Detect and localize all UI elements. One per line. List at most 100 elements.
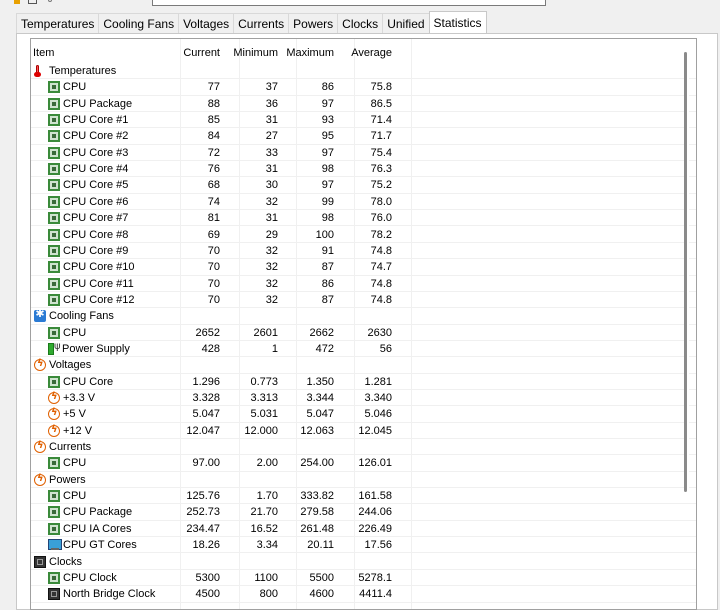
table-row[interactable]: CPU Core #10 70 32 87 74.7: [31, 259, 696, 276]
maximum-value: 4600: [309, 588, 334, 601]
cpu-chip-icon: [48, 293, 60, 306]
maximum-value: 2662: [309, 326, 334, 339]
table-row[interactable]: CPU Core #9 70 32 91 74.8: [31, 243, 696, 260]
cpu-chip-icon: [48, 195, 60, 208]
current-value: 69: [207, 228, 220, 241]
cpu-chip-icon: [48, 179, 60, 192]
current-value: 74: [207, 195, 220, 208]
table-row[interactable]: +12 V 12.047 12.000 12.063 12.045: [31, 423, 696, 440]
voltage-icon: [48, 391, 60, 404]
table-row[interactable]: CPU GT Cores 18.26 3.34 20.11 17.56: [31, 537, 696, 554]
average-value: 78.2: [370, 228, 392, 241]
maximum-value: 93: [321, 114, 334, 127]
cpu-chip-icon: [48, 146, 60, 159]
cpu-chip-icon: [48, 228, 60, 241]
minimum-value: 32: [265, 277, 278, 290]
table-row[interactable]: CPU IA Cores 234.47 16.52 261.48 226.49: [31, 521, 696, 538]
average-value: 74.8: [370, 277, 392, 290]
header-item[interactable]: Item: [33, 46, 54, 60]
table-row[interactable]: CPU Package 88 36 97 86.5: [31, 96, 696, 113]
table-row[interactable]: CPU Core #6 74 32 99 78.0: [31, 194, 696, 211]
minimum-value: 2.00: [256, 457, 278, 470]
tab-voltages[interactable]: Voltages: [178, 13, 235, 33]
minimum-value: 32: [265, 261, 278, 274]
voltage-icon: [48, 407, 60, 421]
clock-chip-icon: [48, 588, 60, 601]
table-row[interactable]: CPU Core #7 81 31 98 76.0: [31, 210, 696, 227]
group-row[interactable]: Clocks: [31, 554, 696, 570]
current-value: 70: [207, 244, 220, 257]
table-row[interactable]: CPU Package 252.73 21.70 279.58 244.06: [31, 504, 696, 521]
sensor-label: CPU Core #7: [63, 212, 129, 225]
sensor-label: CPU: [63, 326, 87, 339]
sensor-label: CPU Core #1: [63, 114, 129, 127]
address-field[interactable]: [152, 0, 546, 6]
table-row[interactable]: North Bridge Clock 4500 800 4600 4411.4: [31, 586, 696, 603]
group-row[interactable]: Currents: [31, 439, 696, 456]
table-row[interactable]: CPU Core #11 70 32 86 74.8: [31, 276, 696, 292]
cpu-chip-icon: [48, 326, 60, 339]
folder-icon[interactable]: [14, 0, 20, 4]
group-row[interactable]: Voltages: [31, 357, 696, 374]
vertical-scrollbar[interactable]: [684, 52, 689, 492]
group-row[interactable]: Temperatures: [31, 63, 696, 80]
tab-statistics[interactable]: Statistics: [428, 11, 487, 33]
table-row[interactable]: CPU Core #2 84 27 95 71.7: [31, 128, 696, 145]
table-row[interactable]: +3.3 V 3.328 3.313 3.344 3.340: [31, 390, 696, 407]
minimum-value: 33: [265, 146, 278, 159]
average-value: 74.8: [370, 244, 392, 257]
header-current[interactable]: Current: [165, 46, 220, 60]
sensor-label: CPU Core #4: [63, 163, 129, 176]
tab-currents[interactable]: Currents: [233, 13, 290, 33]
tab-powers[interactable]: Powers: [288, 13, 339, 33]
table-row[interactable]: CPU 2652 2601 2662 2630: [31, 325, 696, 341]
current-value: 88: [207, 97, 220, 110]
average-value: 4411.4: [359, 588, 392, 601]
minimum-value: 30: [265, 179, 278, 192]
group-row[interactable]: Cooling Fans: [31, 307, 696, 325]
cpu-chip-icon: [48, 457, 60, 470]
group-label: Currents: [49, 441, 92, 454]
tab-temperatures[interactable]: Temperatures: [16, 13, 100, 33]
current-value: 81: [207, 212, 220, 225]
average-value: 5278.1: [358, 571, 392, 584]
header-average[interactable]: Average: [337, 46, 392, 60]
table-row[interactable]: CPU Core #3 72 33 97 75.4: [31, 145, 696, 162]
table-row[interactable]: CPU Core #12 70 32 87 74.8: [31, 292, 696, 309]
tab-bar: Temperatures Cooling Fans Voltages Currents…: [16, 11, 487, 33]
tab-clocks[interactable]: Clocks: [337, 13, 384, 33]
sensor-label: CPU Core #10: [63, 261, 135, 274]
table-row[interactable]: CPU Core #4 76 31 98 76.3: [31, 161, 696, 178]
table-row[interactable]: CPU 125.76 1.70 333.82 161.58: [31, 488, 696, 505]
current-value: 5300: [195, 571, 220, 584]
average-value: 1.281: [364, 375, 392, 388]
sensor-label: CPU: [63, 490, 87, 503]
table-row[interactable]: CPU 77 37 86 75.8: [31, 79, 696, 96]
current-value: 4500: [195, 588, 220, 601]
settings-icon[interactable]: [48, 0, 52, 2]
table-row[interactable]: Power Supply 428 1 472 56: [31, 341, 696, 358]
table-row[interactable]: CPU Core #8 69 29 100 78.2: [31, 227, 696, 243]
table-row[interactable]: +5 V 5.047 5.031 5.047 5.046: [31, 406, 696, 423]
group-row[interactable]: Powers: [31, 472, 696, 489]
table-row[interactable]: CPU Core 1.296 0.773 1.350 1.281: [31, 374, 696, 390]
group-label: Cooling Fans: [49, 310, 114, 323]
table-row[interactable]: CPU Core #1 85 31 93 71.4: [31, 112, 696, 129]
scrollbar-thumb[interactable]: [684, 52, 687, 492]
table-row[interactable]: CPU Clock 5300 1100 5500 5278.1: [31, 570, 696, 587]
minimum-value: 31: [265, 114, 278, 127]
header-minimum[interactable]: Minimum: [223, 46, 278, 60]
sensor-label: North Bridge Clock: [63, 588, 156, 601]
tab-unified[interactable]: Unified: [382, 13, 430, 33]
cpu-chip-icon: [48, 571, 60, 584]
table-row[interactable]: CPU 97.00 2.00 254.00 126.01: [31, 455, 696, 472]
header-maximum[interactable]: Maximum: [279, 46, 334, 60]
current-value: 85: [207, 114, 220, 127]
table-row[interactable]: CPU Core #5 68 30 97 75.2: [31, 177, 696, 194]
save-icon[interactable]: [28, 0, 37, 4]
current-value: 84: [207, 130, 220, 143]
average-value: 75.2: [370, 179, 392, 192]
fan-icon: [34, 307, 46, 323]
maximum-value: 87: [321, 261, 334, 274]
tab-cooling-fans[interactable]: Cooling Fans: [98, 13, 180, 33]
